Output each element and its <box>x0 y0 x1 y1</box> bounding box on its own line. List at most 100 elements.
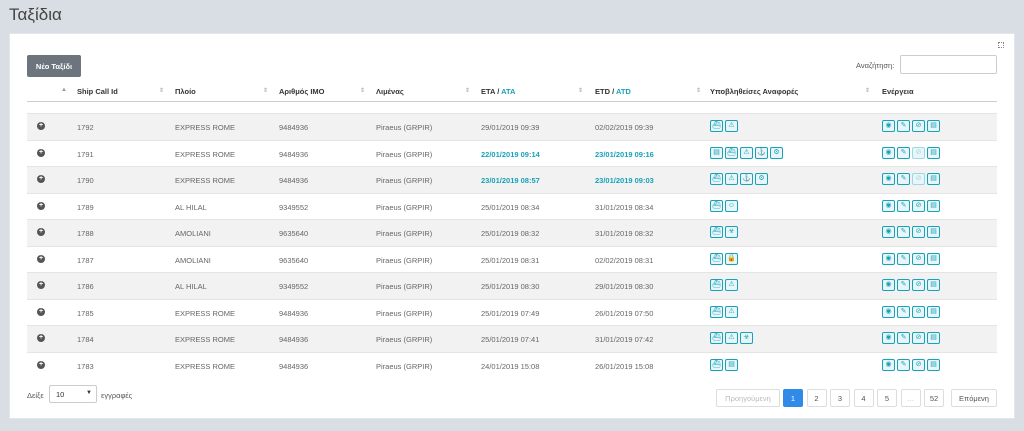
cancel-icon[interactable]: ⊘ <box>912 252 925 265</box>
page-button[interactable]: 4 <box>853 389 874 407</box>
edit-icon[interactable]: ✎ <box>897 226 910 238</box>
gear-icon[interactable]: ⚙ <box>755 173 768 185</box>
col-reports[interactable]: Υποβληθείσες Αναφορές <box>710 87 798 96</box>
warning-icon[interactable]: ⚠ <box>725 120 738 132</box>
warning-icon[interactable]: ⚠ <box>725 279 738 291</box>
biohazard-icon[interactable]: ☣ <box>740 332 753 344</box>
cancel-icon[interactable]: ⊘ <box>912 173 925 185</box>
expand-row-icon[interactable]: + <box>37 281 45 289</box>
document-icon[interactable]: ▤ <box>710 146 723 159</box>
warning-icon[interactable]: ⚠ <box>725 173 738 185</box>
page-button[interactable]: 1 <box>783 389 803 407</box>
cancel-icon[interactable]: ⊘ <box>912 146 925 159</box>
warning-icon[interactable]: ⚠ <box>725 332 738 344</box>
document-icon[interactable]: ▤ <box>927 226 940 238</box>
view-icon[interactable]: ◉ <box>882 146 895 159</box>
document-icon[interactable]: ▤ <box>927 146 940 159</box>
col-eta[interactable]: ETA / ATA <box>481 87 515 96</box>
view-icon[interactable]: ◉ <box>882 358 895 371</box>
expand-row-icon[interactable]: + <box>37 307 45 316</box>
expand-row-icon[interactable]: + <box>37 201 45 210</box>
warning-icon[interactable]: ⚠ <box>725 305 738 318</box>
edit-icon[interactable]: ✎ <box>897 305 910 318</box>
col-imo[interactable]: Αριθμός IMO <box>279 87 325 96</box>
ship-icon[interactable]: ⛴ <box>710 199 723 212</box>
page-button[interactable]: 5 <box>877 389 897 407</box>
document-icon[interactable]: ▤ <box>725 358 738 371</box>
edit-icon[interactable]: ✎ <box>897 252 910 265</box>
edit-icon[interactable]: ✎ <box>897 358 910 371</box>
expand-row-icon[interactable]: + <box>37 254 45 263</box>
page-button[interactable]: 52 <box>924 389 944 407</box>
cancel-icon[interactable]: ⊘ <box>912 358 925 371</box>
cell-imo: 9635640 <box>279 229 309 238</box>
expand-row-icon[interactable]: + <box>37 122 45 130</box>
ship-icon[interactable]: ⛴ <box>710 120 723 132</box>
fullscreen-icon[interactable] <box>998 42 1004 48</box>
expand-row-icon[interactable]: + <box>37 360 45 369</box>
col-ship-call-id[interactable]: Ship Call Id <box>77 87 118 96</box>
cancel-icon[interactable]: ⊘ <box>912 305 925 318</box>
ship-icon[interactable]: ⛴ <box>710 252 723 265</box>
cancel-icon[interactable]: ⊘ <box>912 279 925 291</box>
cancel-icon[interactable]: ⊘ <box>912 332 925 344</box>
anchor-icon[interactable]: ⚓ <box>755 146 768 159</box>
cancel-icon[interactable]: ⊘ <box>912 199 925 212</box>
expand-row-icon[interactable]: + <box>37 334 45 342</box>
expand-row-icon[interactable]: + <box>37 148 45 157</box>
edit-icon[interactable]: ✎ <box>897 199 910 212</box>
edit-icon[interactable]: ✎ <box>897 120 910 132</box>
view-icon[interactable]: ◉ <box>882 226 895 238</box>
view-icon[interactable]: ◉ <box>882 199 895 212</box>
document-icon[interactable]: ▤ <box>927 358 940 371</box>
view-icon[interactable]: ◉ <box>882 305 895 318</box>
biohazard-icon[interactable]: ☣ <box>725 226 738 238</box>
col-ship[interactable]: Πλοίο <box>175 87 196 96</box>
expand-row-icon[interactable]: + <box>37 228 45 236</box>
col-port[interactable]: Λιμένας <box>376 87 404 96</box>
document-icon[interactable]: ▤ <box>927 332 940 344</box>
view-icon[interactable]: ◉ <box>882 173 895 185</box>
view-icon[interactable]: ◉ <box>882 279 895 291</box>
edit-icon[interactable]: ✎ <box>897 279 910 291</box>
crew-icon[interactable]: ☺ <box>725 199 738 212</box>
view-icon[interactable]: ◉ <box>882 332 895 344</box>
anchor-icon[interactable]: ⚓ <box>740 173 753 185</box>
ship-icon[interactable]: ⛴ <box>710 305 723 318</box>
ship-icon[interactable]: ⛴ <box>710 279 723 291</box>
ship-icon[interactable]: ⛴ <box>725 146 738 159</box>
page-button[interactable]: 2 <box>806 389 827 407</box>
cell-ship-call-id: 1785 <box>77 308 94 318</box>
edit-icon[interactable]: ✎ <box>897 173 910 185</box>
expand-row-icon[interactable]: + <box>37 175 45 183</box>
page-length-select[interactable]: 10 ▼ <box>49 385 97 403</box>
edit-icon[interactable]: ✎ <box>897 332 910 344</box>
view-icon[interactable]: ◉ <box>882 252 895 265</box>
col-etd[interactable]: ETD / ATD <box>595 87 631 96</box>
ship-icon[interactable]: ⛴ <box>710 358 723 371</box>
next-page-button[interactable]: Επόμενη <box>951 389 997 407</box>
ship-icon[interactable]: ⛴ <box>710 226 723 238</box>
previous-page-button[interactable]: Προηγούμενη <box>716 389 780 407</box>
view-icon[interactable]: ◉ <box>882 120 895 132</box>
document-icon[interactable]: ▤ <box>927 120 940 132</box>
warning-icon[interactable]: ⚠ <box>740 146 753 159</box>
document-icon[interactable]: ▤ <box>927 279 940 291</box>
document-icon[interactable]: ▤ <box>927 199 940 212</box>
search-input[interactable] <box>900 55 997 74</box>
edit-icon[interactable]: ✎ <box>897 146 910 159</box>
document-icon[interactable]: ▤ <box>927 173 940 185</box>
chevron-down-icon: ▼ <box>86 390 92 396</box>
document-icon[interactable]: ▤ <box>927 305 940 318</box>
cancel-icon[interactable]: ⊘ <box>912 226 925 238</box>
gear-icon[interactable]: ⚙ <box>770 146 783 159</box>
lock-icon[interactable]: 🔒 <box>725 252 738 265</box>
ship-icon[interactable]: ⛴ <box>710 173 723 185</box>
cell-imo: 9349552 <box>279 282 309 291</box>
new-trip-button[interactable]: Νέο Ταξίδι <box>27 55 81 77</box>
sort-icon: ⇕ <box>696 88 702 94</box>
page-button[interactable]: 3 <box>830 389 850 407</box>
ship-icon[interactable]: ⛴ <box>710 332 723 344</box>
cancel-icon[interactable]: ⊘ <box>912 120 925 132</box>
document-icon[interactable]: ▤ <box>927 252 940 265</box>
